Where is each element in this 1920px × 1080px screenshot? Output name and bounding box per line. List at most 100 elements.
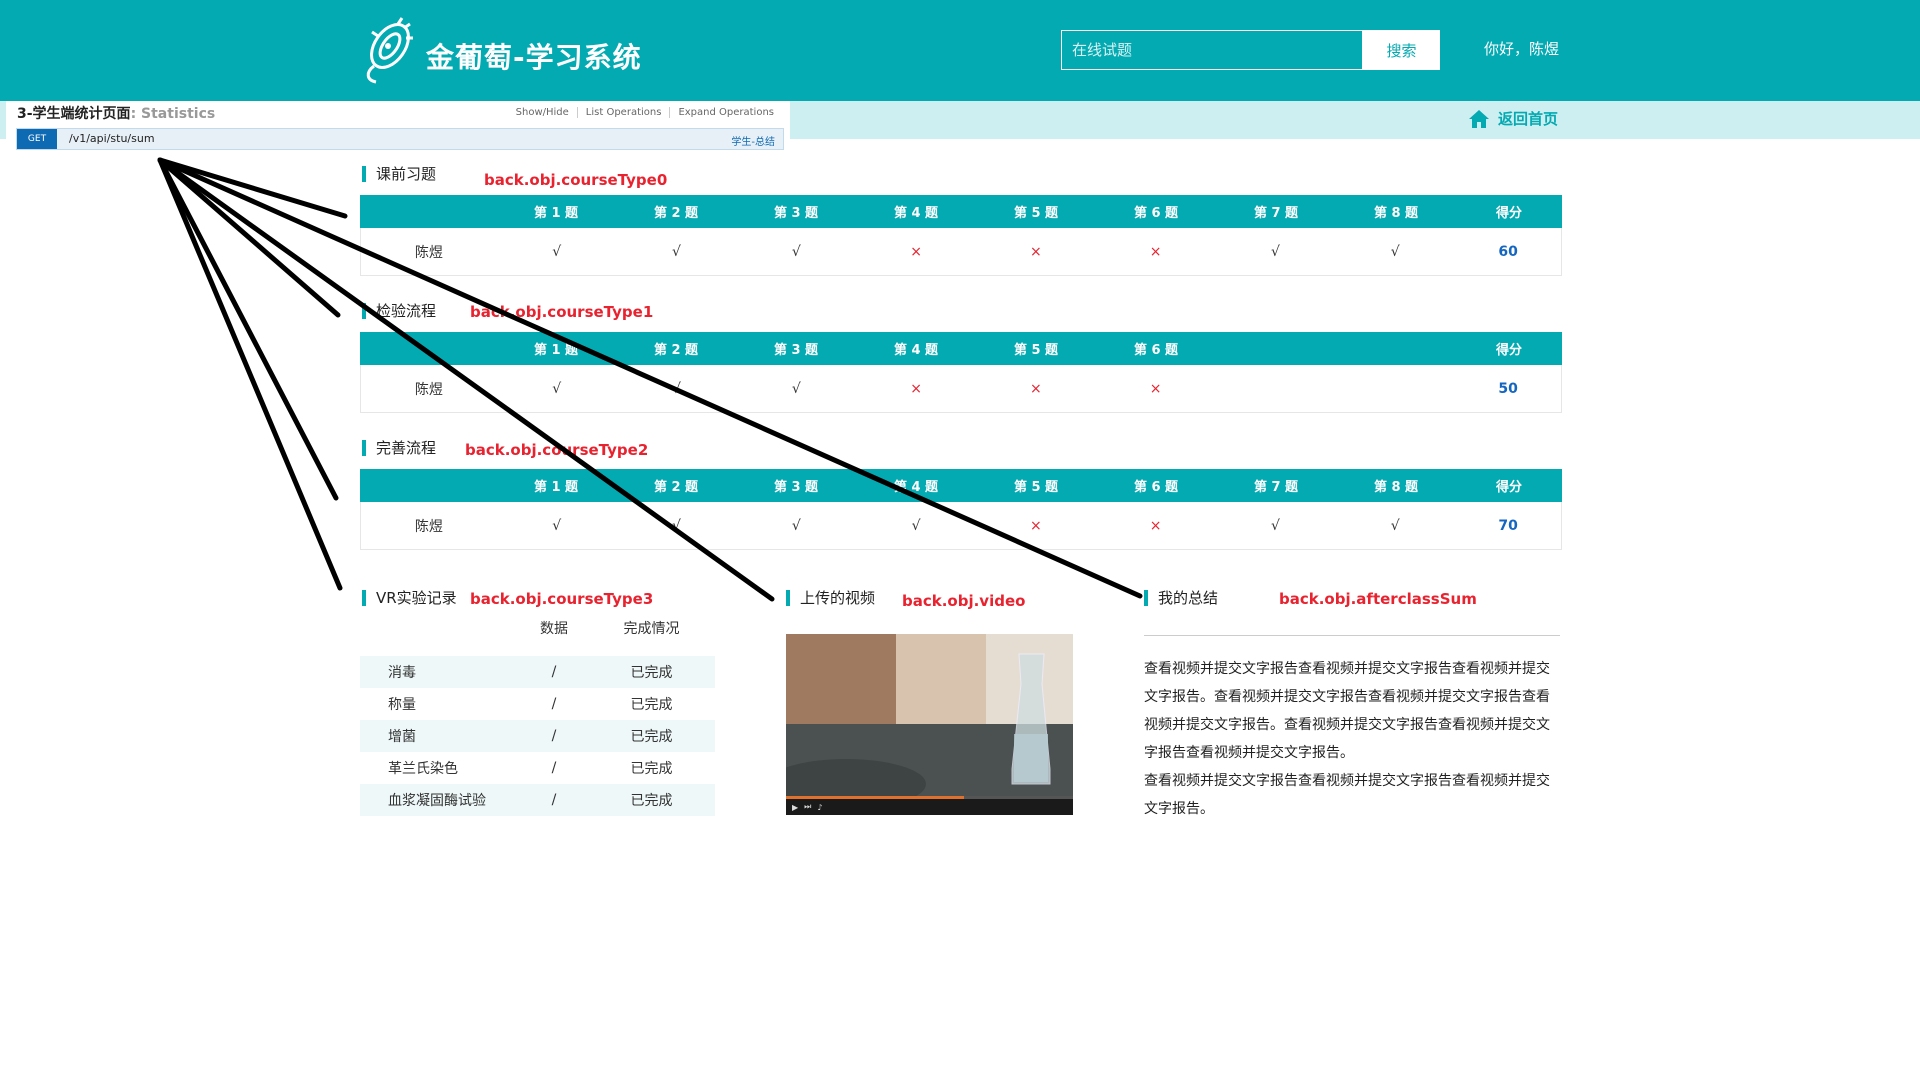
section-title-pre: 课前习题 <box>362 166 436 182</box>
vr-status: 已完成 <box>630 761 673 777</box>
col-header: 第 2 题 <box>653 480 699 495</box>
api-doc-title: 3-学生端统计页面: Statistics <box>17 103 215 123</box>
section-title-video: 上传的视频 <box>786 590 875 606</box>
vr-data: / <box>551 792 557 808</box>
annotation-vr: back.obj.courseType3 <box>470 590 654 608</box>
api-path: /v1/api/stu/sum <box>69 132 155 145</box>
mark-cell: √ <box>1390 517 1400 534</box>
col-header: 第 5 题 <box>1013 343 1059 358</box>
col-header: 第 3 题 <box>773 206 819 221</box>
vr-status: 已完成 <box>630 665 673 681</box>
api-endpoint-row[interactable]: GET /v1/api/stu/sum 学生-总结 <box>16 128 784 150</box>
http-method-badge: GET <box>17 129 57 149</box>
col-header: 第 8 题 <box>1373 480 1419 495</box>
vr-data: / <box>551 664 557 680</box>
logo-icon <box>366 17 413 84</box>
play-icon[interactable]: ▶ <box>792 803 798 812</box>
summary-text: 查看视频并提交文字报告查看视频并提交文字报告查看视频并提交文字报告。查看视频并提… <box>1144 655 1560 823</box>
vr-name: 革兰氏染色 <box>388 761 458 777</box>
annotation-refine: back.obj.courseType2 <box>465 441 649 459</box>
mark-cell: √ <box>911 517 921 534</box>
score-value: 60 <box>1498 243 1518 260</box>
expand-operations-link[interactable]: Expand Operations <box>669 107 782 118</box>
arrow-line <box>157 157 348 219</box>
top-header <box>0 0 1920 101</box>
mark-cell: × <box>1149 380 1162 397</box>
col-header: 第 7 题 <box>1253 206 1299 221</box>
vr-name: 血浆凝固酶试验 <box>388 793 486 809</box>
show-hide-link[interactable]: Show/Hide <box>508 107 577 118</box>
vr-data: / <box>551 728 557 744</box>
col-header: 第 5 题 <box>1013 480 1059 495</box>
col-header: 第 8 题 <box>1373 206 1419 221</box>
mark-cell: √ <box>1271 243 1280 260</box>
list-operations-link[interactable]: List Operations <box>576 107 670 118</box>
vr-col-data: 数据 <box>540 621 568 637</box>
vr-data: / <box>551 760 557 776</box>
table-row: 增菌 / 已完成 <box>360 720 715 752</box>
mark-cell: √ <box>672 380 681 397</box>
annotation-inspect: back.obj.courseType1 <box>470 303 654 321</box>
vr-table: 消毒 / 已完成 称量 / 已完成 增菌 / 已完成 革兰氏染色 / 已完成 血… <box>360 656 715 816</box>
col-header: 第 2 题 <box>653 343 699 358</box>
table-row: 陈煜 √ √ √ × × × 50 <box>360 365 1562 413</box>
section-title-summary: 我的总结 <box>1144 590 1218 606</box>
mark-cell: × <box>1149 243 1162 260</box>
vr-status: 已完成 <box>630 697 673 713</box>
col-header: 第 3 题 <box>773 480 819 495</box>
mark-cell: √ <box>552 380 562 397</box>
next-icon[interactable]: ⏭ <box>804 802 811 812</box>
table-row: 称量 / 已完成 <box>360 688 715 720</box>
section-title-refine: 完善流程 <box>362 440 436 456</box>
summary-divider <box>1144 635 1560 636</box>
table-refine: 第 1 题 第 2 题 第 3 题 第 4 题 第 5 题 第 6 题 第 7 … <box>360 469 1562 550</box>
table-row: 陈煜 √ √ √ × × × √ √ 60 <box>360 228 1562 276</box>
mark-cell: × <box>1149 517 1162 534</box>
col-header: 第 2 题 <box>653 206 699 221</box>
video-controls: ▶ ⏭ ♪ <box>786 799 1073 815</box>
table-row: 消毒 / 已完成 <box>360 656 715 688</box>
search-button[interactable]: 搜索 <box>1363 30 1440 70</box>
col-header: 第 4 题 <box>893 206 939 221</box>
summary-paragraph: 查看视频并提交文字报告查看视频并提交文字报告查看视频并提交文字报告。查看视频并提… <box>1144 661 1550 761</box>
mark-cell: √ <box>791 243 801 260</box>
table-header: 第 1 题 第 2 题 第 3 题 第 4 题 第 5 题 第 6 题 第 7 … <box>360 469 1562 502</box>
api-doc-title-suffix: : Statistics <box>130 106 216 122</box>
section-title-vr: VR实验记录 <box>362 590 457 606</box>
brand-title: 金葡萄-学习系统 <box>426 41 642 74</box>
user-greeting[interactable]: 你好，陈煜 <box>1484 38 1559 59</box>
table-header: 第 1 题 第 2 题 第 3 题 第 4 题 第 5 题 第 6 题 第 7 … <box>360 195 1562 228</box>
col-header: 第 6 题 <box>1133 480 1179 495</box>
score-header: 得分 <box>1495 343 1522 358</box>
student-name: 陈煜 <box>414 518 443 535</box>
arrow-line <box>157 157 339 501</box>
vr-status: 已完成 <box>630 793 673 809</box>
search-input[interactable] <box>1061 30 1363 70</box>
table-pre: 第 1 题 第 2 题 第 3 题 第 4 题 第 5 题 第 6 题 第 7 … <box>360 195 1562 276</box>
col-header: 第 3 题 <box>773 343 819 358</box>
home-link-label: 返回首页 <box>1498 110 1559 128</box>
home-link[interactable]: 返回首页 <box>1468 108 1558 129</box>
col-header: 第 7 题 <box>1253 480 1299 495</box>
score-value: 50 <box>1498 380 1518 397</box>
mark-cell: × <box>910 380 922 397</box>
table-header: 第 1 题 第 2 题 第 3 题 第 4 题 第 5 题 第 6 题 得分 <box>360 332 1562 365</box>
col-header: 第 4 题 <box>893 480 939 495</box>
student-name: 陈煜 <box>414 244 443 261</box>
col-header: 第 4 题 <box>893 343 939 358</box>
vr-name: 增菌 <box>388 729 416 745</box>
vr-data: / <box>551 696 557 712</box>
video-player[interactable]: ▶ ⏭ ♪ <box>786 634 1073 815</box>
annotation-video: back.obj.video <box>902 592 1026 610</box>
mark-cell: √ <box>791 517 801 534</box>
section-title-inspect: 检验流程 <box>362 303 436 319</box>
mark-cell: √ <box>1390 243 1400 260</box>
volume-icon[interactable]: ♪ <box>817 803 822 812</box>
table-row: 血浆凝固酶试验 / 已完成 <box>360 784 715 816</box>
col-header: 第 1 题 <box>533 343 579 358</box>
mark-cell: × <box>1030 380 1042 397</box>
col-header: 第 1 题 <box>533 480 579 495</box>
api-doc-title-main: 3-学生端统计页面 <box>17 106 131 122</box>
annotation-pre: back.obj.courseType0 <box>484 171 668 189</box>
table-row: 革兰氏染色 / 已完成 <box>360 752 715 784</box>
